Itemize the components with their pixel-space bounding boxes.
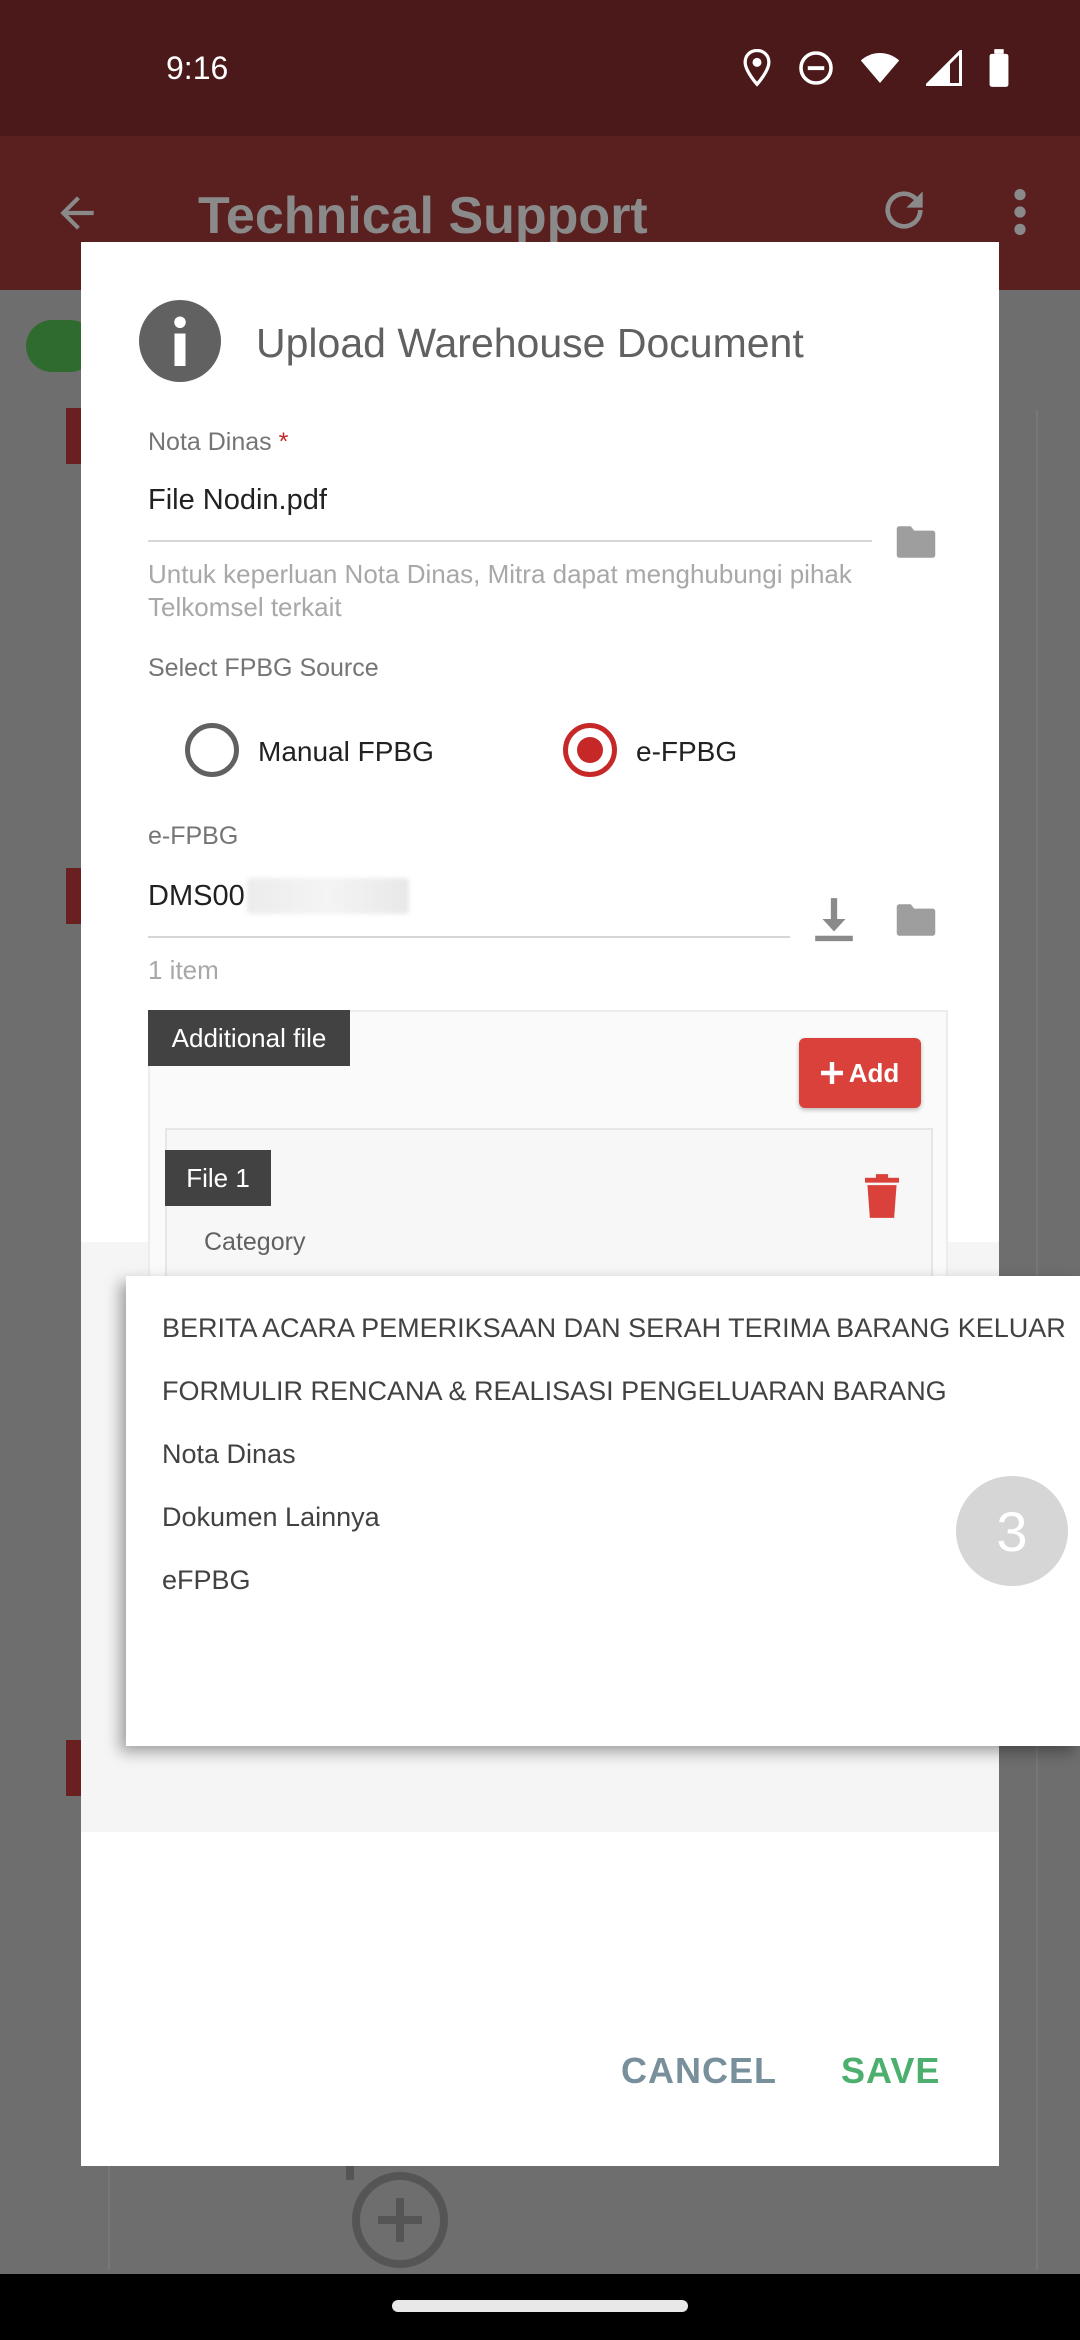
wifi-icon bbox=[860, 53, 900, 83]
save-button[interactable]: SAVE bbox=[841, 2050, 940, 2092]
step-badge-number: 3 bbox=[996, 1499, 1028, 1563]
status-icons bbox=[742, 48, 1010, 88]
do-not-disturb-icon bbox=[799, 51, 833, 85]
dropdown-item[interactable]: Dokumen Lainnya bbox=[162, 1502, 380, 1533]
e-fpbg-label: e-FPBG bbox=[148, 822, 239, 850]
radio-e-fpbg[interactable] bbox=[563, 723, 617, 777]
upload-dialog: Upload Warehouse Document Nota Dinas * F… bbox=[81, 242, 999, 2166]
nota-dinas-field[interactable]: File Nodin.pdf bbox=[148, 484, 327, 517]
nota-dinas-label-text: Nota Dinas bbox=[148, 428, 272, 456]
fpbg-source-label: Select FPBG Source bbox=[148, 654, 379, 682]
file-1-label-text: File 1 bbox=[186, 1162, 250, 1193]
location-icon bbox=[743, 49, 771, 87]
section-marker bbox=[66, 868, 82, 924]
additional-file-label-text: Additional file bbox=[171, 1022, 327, 1053]
redacted-text bbox=[246, 878, 409, 914]
section-marker bbox=[66, 1740, 82, 1796]
e-fpbg-field[interactable]: DMS00 bbox=[148, 878, 409, 914]
category-dropdown-menu: BERITA ACARA PEMERIKSAAN DAN SERAH TERIM… bbox=[126, 1276, 1080, 1746]
info-icon bbox=[139, 300, 221, 382]
navigation-bar bbox=[0, 2274, 1080, 2340]
home-gesture-pill[interactable] bbox=[392, 2300, 688, 2312]
additional-file-label: Additional file bbox=[148, 1010, 350, 1066]
dropdown-item[interactable]: Nota Dinas bbox=[162, 1439, 296, 1470]
app-bar-title: Technical Support bbox=[198, 187, 648, 245]
radio-manual-fpbg[interactable] bbox=[185, 723, 239, 777]
trash-icon[interactable] bbox=[865, 1174, 899, 1218]
refresh-icon[interactable] bbox=[876, 182, 932, 238]
nota-dinas-hint: Untuk keperluan Nota Dinas, Mitra dapat … bbox=[148, 559, 852, 622]
required-mark: * bbox=[278, 428, 289, 456]
radio-manual-fpbg-label[interactable]: Manual FPBG bbox=[258, 736, 434, 768]
dropdown-item[interactable]: eFPBG bbox=[162, 1565, 251, 1596]
e-fpbg-underline bbox=[148, 936, 790, 938]
category-label: Category bbox=[204, 1228, 306, 1256]
step-badge: 3 bbox=[956, 1476, 1068, 1586]
radio-e-fpbg-label[interactable]: e-FPBG bbox=[636, 736, 737, 768]
add-button[interactable]: Add bbox=[799, 1038, 921, 1108]
plus-icon bbox=[820, 1062, 843, 1084]
more-vert-icon[interactable] bbox=[1004, 186, 1036, 238]
e-fpbg-count: 1 item bbox=[148, 955, 219, 985]
add-button-label: Add bbox=[848, 1057, 900, 1088]
section-marker bbox=[66, 408, 82, 464]
signal-icon bbox=[926, 50, 962, 86]
nota-dinas-label: Nota Dinas * bbox=[148, 428, 288, 457]
download-icon[interactable] bbox=[813, 896, 855, 942]
status-time: 9:16 bbox=[166, 50, 229, 86]
cancel-button[interactable]: CANCEL bbox=[621, 2050, 777, 2092]
status-bar: 9:16 bbox=[0, 0, 1080, 136]
file-1-label: File 1 bbox=[165, 1150, 271, 1206]
dropdown-item[interactable]: BERITA ACARA PEMERIKSAAN DAN SERAH TERIM… bbox=[162, 1313, 1066, 1344]
e-fpbg-value: DMS00 bbox=[148, 879, 245, 912]
arrow-back-icon[interactable] bbox=[52, 188, 102, 238]
battery-icon bbox=[989, 49, 1009, 87]
dropdown-item[interactable]: FORMULIR RENCANA & REALISASI PENGELUARAN… bbox=[162, 1376, 947, 1407]
dialog-title: Upload Warehouse Document bbox=[256, 320, 804, 366]
folder-icon[interactable] bbox=[895, 524, 937, 560]
folder-icon[interactable] bbox=[895, 902, 937, 938]
nota-dinas-underline bbox=[148, 540, 872, 542]
